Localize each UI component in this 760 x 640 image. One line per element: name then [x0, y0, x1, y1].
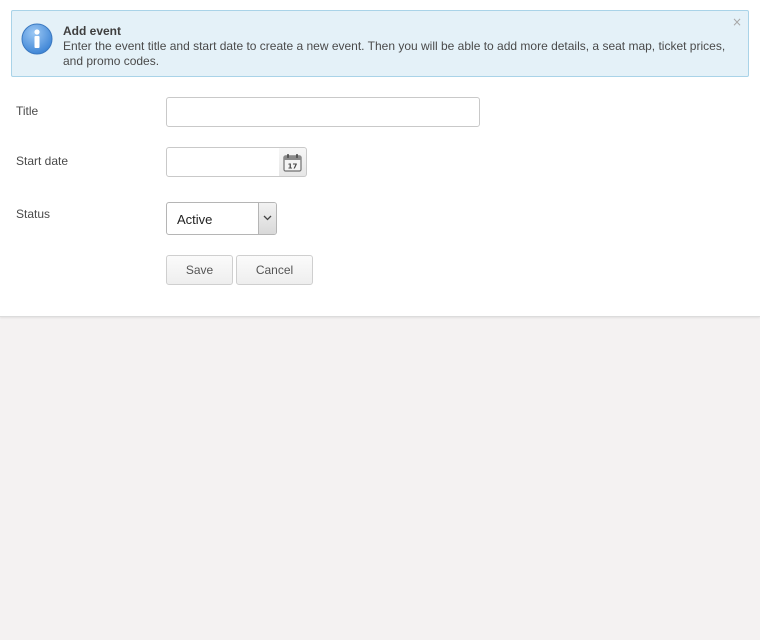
notice-message: Enter the event title and start date to … — [63, 39, 726, 68]
status-selected-value: Active — [177, 212, 213, 227]
start-date-label: Start date — [16, 154, 69, 168]
close-icon[interactable]: × — [732, 15, 742, 29]
status-select[interactable]: Active — [166, 202, 277, 235]
calendar-button[interactable]: 17 — [279, 147, 307, 177]
notice-title: Add event — [63, 24, 122, 38]
title-input[interactable] — [166, 97, 480, 127]
cancel-button[interactable]: Cancel — [236, 255, 313, 285]
chevron-down-icon — [263, 215, 272, 221]
status-label: Status — [16, 207, 51, 221]
info-icon — [21, 23, 53, 55]
dropdown-toggle[interactable] — [258, 203, 276, 234]
start-date-input[interactable] — [166, 147, 280, 177]
add-event-panel: Add event Enter the event title and star… — [0, 0, 760, 317]
title-label: Title — [16, 104, 39, 118]
calendar-icon: 17 — [283, 154, 302, 172]
save-button[interactable]: Save — [166, 255, 233, 285]
calendar-day-number: 17 — [288, 163, 298, 171]
info-notice: Add event Enter the event title and star… — [11, 10, 749, 77]
